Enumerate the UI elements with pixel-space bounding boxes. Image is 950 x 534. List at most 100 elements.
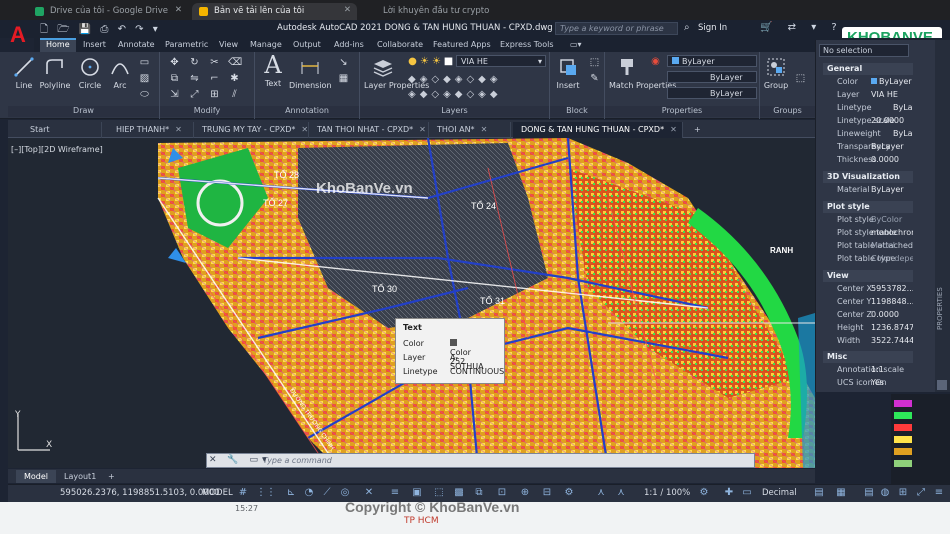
grid-icon[interactable]: # [236,486,250,500]
object-snap-icon[interactable]: ◎ [338,486,352,500]
stretch-icon[interactable]: ⇲ [168,88,181,101]
prop-row-center-z[interactable]: Center Z 0.0000 [837,310,913,322]
line-tool[interactable]: Line [12,56,36,90]
select-icon[interactable]: ⬚ [794,72,807,85]
layer-tools-row-1[interactable]: ◆◈◇◆◈◇◆◈ [408,74,502,85]
doc-tab-hiep-thanh[interactable]: HIEP THANH* ✕ [108,122,194,138]
model-space-toggle[interactable]: MODEL [202,488,233,498]
section-misc[interactable]: Misc [823,351,913,363]
close-icon[interactable]: ✕ [175,125,182,134]
isolate-icon[interactable]: ▭ [740,486,754,500]
prop-row-thickness[interactable]: Thickness 0.0000 [837,155,913,167]
tab-insert[interactable]: Insert [77,38,112,52]
panel-title[interactable]: Groups [760,106,815,117]
insert-tool[interactable]: Insert [554,56,582,90]
lock-ui-icon[interactable]: ▦ [834,486,848,500]
selection-dropdown[interactable]: No selection [819,44,909,57]
prop-row-material[interactable]: Material ByLayer [837,185,913,197]
prop-row-plot-table-attached[interactable]: Plot table attached Model [837,241,913,253]
color-wheel-icon[interactable]: ◉ [649,55,662,68]
circle-tool[interactable]: Circle [76,56,104,90]
workspace-icon[interactable]: ⚙ [562,486,576,500]
prop-row-height[interactable]: Height 1236.8747 [837,323,913,335]
color-dropdown[interactable]: ByLayer [667,55,757,67]
rotate-icon[interactable]: ↻ [188,56,201,69]
coordinate-readout[interactable]: 595026.2376, 1198851.5103, 0.0000 [60,488,220,498]
trim-icon[interactable]: ✂ [208,56,221,69]
tab-annotate[interactable]: Annotate [112,38,161,52]
prop-row-plot-style-table[interactable]: Plot style tablemonochrome [837,228,913,240]
prop-row-center-x[interactable]: Center X 5953782... [837,284,913,296]
arc-tool[interactable]: Arc [108,56,132,90]
transparency-icon[interactable]: ▣ [410,486,424,500]
ribbon-options-icon[interactable]: ▭▾ [564,38,588,52]
close-icon[interactable]: ✕ [301,125,308,134]
prop-row-lineweight[interactable]: Lineweight ByLayer [837,129,913,141]
prop-row-ucs-icon[interactable]: UCS icon On Yes [837,378,913,390]
close-icon[interactable]: ✕ [419,125,426,134]
add-layout-button[interactable]: + [100,470,123,483]
tab-manage[interactable]: Manage [244,38,288,52]
section-plot-style[interactable]: Plot style [823,201,913,213]
polyline-tool[interactable]: Polyline [38,56,72,90]
autocad-logo-icon[interactable]: A [10,22,32,48]
tab-add-ins[interactable]: Add-ins [328,38,370,52]
plus-icon[interactable]: ✚ [722,486,736,500]
prop-row-plot-style[interactable]: Plot style ByColor [837,215,913,227]
annotation-auto-icon[interactable]: ⋏ [614,486,628,500]
selection-cycling-icon[interactable]: ⬚ [432,486,446,500]
palette-settings-icon[interactable] [937,380,947,390]
leader-icon[interactable]: ↘ [337,56,350,69]
section-view[interactable]: View [823,270,913,282]
tab-view[interactable]: View [213,38,244,52]
panel-title[interactable]: Block [550,106,604,117]
panel-title[interactable]: Layers [360,106,549,117]
gear-icon[interactable]: ⚙ [697,486,711,500]
erase-icon[interactable]: ⌫ [228,56,242,69]
layer-properties-tool[interactable]: Layer Properties [364,56,429,90]
offset-icon[interactable]: ⫽ [228,88,241,101]
lineweight-icon[interactable]: ≡ [388,486,402,500]
doc-tab-tan-thoi-nhat[interactable]: TAN THOI NHAT - CPXD* ✕ [309,122,429,138]
copy-icon[interactable]: ⧉ [168,72,181,85]
units-dropdown[interactable]: Decimal [762,488,797,498]
tracking-icon[interactable]: ✕ [362,486,376,500]
annotation-visibility-icon[interactable]: ⊟ [540,486,554,500]
panel-title[interactable]: Draw [8,106,159,117]
prop-row-linetype[interactable]: Linetype ByLayer [837,103,913,115]
doc-tab-start[interactable]: Start [22,122,102,138]
tab-output[interactable]: Output [287,38,327,52]
quick-access-toolbar[interactable]: 🗋 🗁 💾 ⎙ ↶ ↷ ▾ [40,22,161,36]
command-line-tools[interactable]: ✕ 🔧 ▭▾ [209,455,271,465]
layer-tools-row-2[interactable]: ◈◆◇◈◆◇◈◆ [408,89,502,100]
explode-icon[interactable]: ✱ [228,72,241,85]
gizmo-icon[interactable]: ⊕ [518,486,532,500]
browser-tab-crypto[interactable]: Lời khuyên đầu tư crypto [361,3,521,20]
tab-parametric[interactable]: Parametric [159,38,214,52]
rectangle-icon[interactable]: ▭ [138,56,151,69]
close-icon[interactable]: ✕ [344,5,351,15]
prop-row-annotation-scale[interactable]: Annotation scale 1:1 [837,365,913,377]
tab-layout1[interactable]: Layout1 [56,470,104,483]
create-block-icon[interactable]: ⬚ [588,56,601,69]
prop-row-center-y[interactable]: Center Y 1198848... [837,297,913,309]
array-icon[interactable]: ⊞ [208,88,221,101]
section-general[interactable]: General [823,63,913,75]
panel-title[interactable]: Annotation [255,106,359,117]
title-bar-icons[interactable]: 🛒 ⇄ ▾ ? [760,22,843,33]
command-line-input[interactable]: Type a command [206,453,755,468]
prop-row-layer[interactable]: Layer VIA HE [837,90,913,102]
quick-properties-icon[interactable]: ▤ [812,486,826,500]
section-3d-visualization[interactable]: 3D Visualization [823,171,913,183]
tab-express-tools[interactable]: Express Tools [494,38,560,52]
layer-color-icon[interactable]: ■ [442,55,455,68]
group-tool[interactable]: Group [762,56,790,90]
mirror-icon[interactable]: ⇋ [188,72,201,85]
new-tab-button[interactable]: + [686,122,709,138]
prop-row-transparency[interactable]: Transparency ByLayer [837,142,913,154]
search-input[interactable]: Type a keyword or phrase [555,22,678,35]
doc-tab-dong-tan-hung-thuan[interactable]: DONG & TAN HUNG THUAN - CPXD* ✕ [513,122,683,138]
fillet-icon[interactable]: ⌐ [208,72,221,85]
clean-screen-icon[interactable]: ◍ [878,486,892,500]
prop-row-plot-table-type[interactable]: Plot table typeColor dependent [837,254,913,266]
